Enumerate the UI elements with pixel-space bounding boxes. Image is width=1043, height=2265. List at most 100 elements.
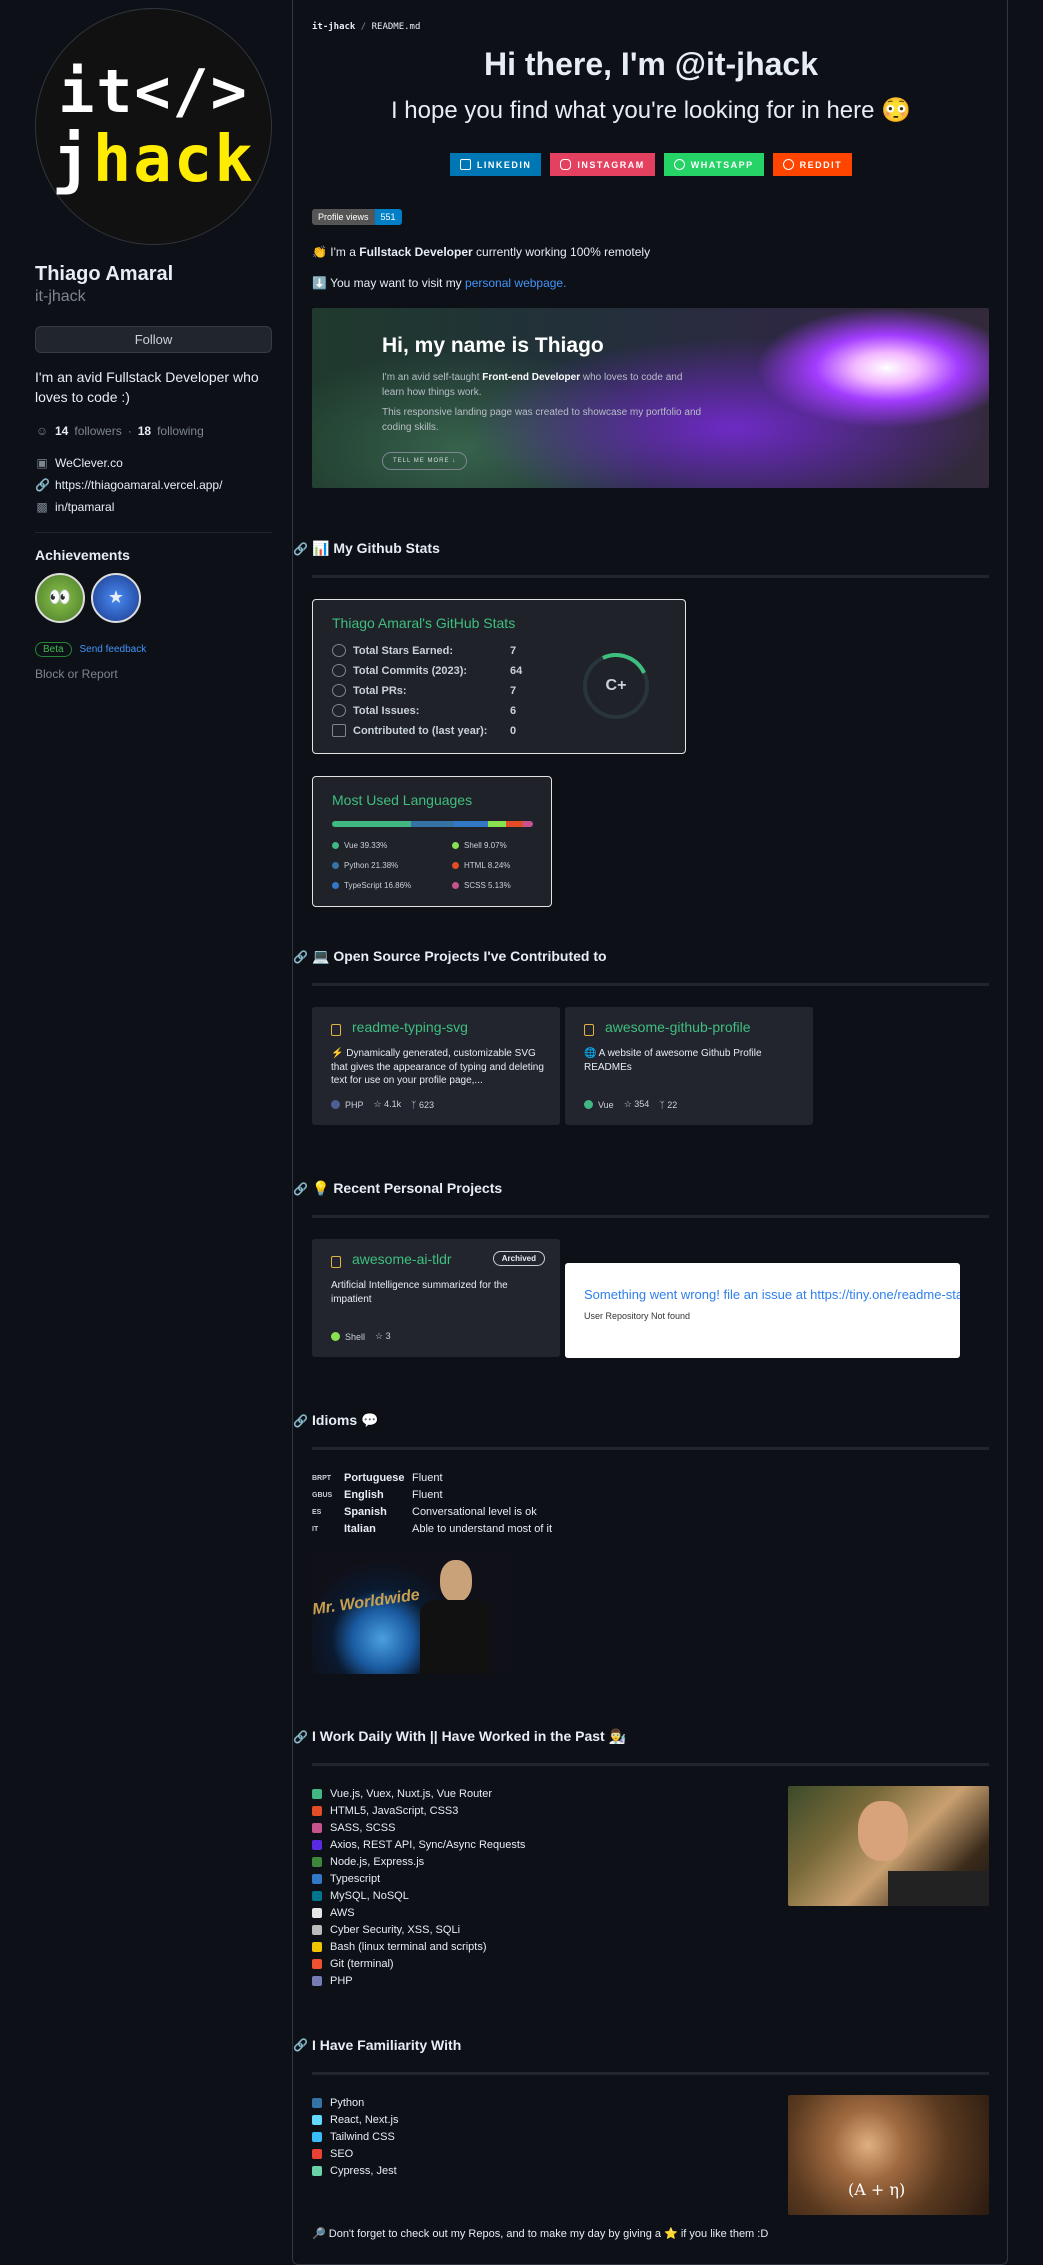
tech-item: PHP xyxy=(312,1975,353,1987)
profile-sidebar: it</> jhack Thiago Amaral it-jhack Follo… xyxy=(35,8,272,681)
follow-button[interactable]: Follow xyxy=(35,326,272,353)
language-bar-segment xyxy=(454,821,488,827)
followers-count[interactable]: 14 xyxy=(55,424,68,438)
achievements-list: 👀 ★ xyxy=(35,572,272,623)
stat-row-stars: Total Stars Earned: 7 xyxy=(332,644,516,657)
section-rule xyxy=(312,983,989,986)
achievement-yolo-icon[interactable]: ★ xyxy=(91,572,141,623)
anchor-link-icon[interactable]: 🔗 xyxy=(293,1182,308,1196)
tech-item: Git (terminal) xyxy=(312,1958,394,1970)
meme-equation: (A + η) xyxy=(848,2180,906,2199)
profile-views-label: Profile views xyxy=(312,209,375,225)
stat-row-prs: Total PRs: 7 xyxy=(332,684,516,697)
language-bar-segment xyxy=(506,821,523,827)
block-report-link[interactable]: Block or Report xyxy=(35,667,272,681)
repo-icon xyxy=(332,724,346,737)
lang-item: Vue 39.33% xyxy=(332,841,387,850)
php-icon xyxy=(312,1976,322,1986)
python-icon xyxy=(312,2098,322,2108)
anchor-link-icon[interactable]: 🔗 xyxy=(293,2038,308,2052)
tech-item: Bash (linux terminal and scripts) xyxy=(312,1941,487,1953)
stat-row-commits: Total Commits (2023): 64 xyxy=(332,664,522,677)
following-count[interactable]: 18 xyxy=(138,424,151,438)
star-icon: ☆ xyxy=(373,1099,382,1109)
stat-row-contributed: Contributed to (last year): 0 xyxy=(332,724,516,737)
following-label[interactable]: following xyxy=(157,424,204,438)
tech-item: Vue.js, Vuex, Nuxt.js, Vue Router xyxy=(312,1788,492,1800)
section-heading-idioms: 🔗 Idioms 💬 xyxy=(293,1412,379,1428)
achievements-title[interactable]: Achievements xyxy=(35,547,272,563)
repo-name: readme-typing-svg xyxy=(352,1019,468,1035)
section-heading-familiar: 🔗 I Have Familiarity With xyxy=(293,2037,462,2053)
repo-card-error: Something went wrong! file an issue at h… xyxy=(565,1263,960,1358)
mysql-icon xyxy=(312,1891,322,1901)
repo-meta: Vue ☆ 354 ᛉ 22 xyxy=(584,1099,677,1110)
profile-views-badge: Profile views 551 xyxy=(312,209,402,225)
website-link[interactable]: https://thiagoamaral.vercel.app/ xyxy=(55,478,222,492)
mr-worldwide-meme-image: Mr. Worldwide xyxy=(312,1554,513,1674)
repo-card-awesome-ai-tldr[interactable]: awesome-ai-tldr Archived Artificial Inte… xyxy=(312,1239,560,1357)
avatar[interactable]: it</> jhack xyxy=(35,8,272,245)
languages-card-title: Most Used Languages xyxy=(332,792,473,808)
star-icon: ⭐ xyxy=(664,2228,678,2240)
followers-label[interactable]: followers xyxy=(74,424,121,438)
repo-description: Artificial Intelligence summarized for t… xyxy=(331,1280,508,1305)
lang-dot xyxy=(331,1331,340,1341)
repo-name: awesome-github-profile xyxy=(605,1019,751,1035)
linkedin-badge-label: LINKEDIN xyxy=(476,159,532,170)
nodejs-icon xyxy=(312,1857,322,1867)
tech-item: Tailwind CSS xyxy=(312,2131,395,2143)
anchor-link-icon[interactable]: 🔗 xyxy=(293,542,308,556)
anchor-link-icon[interactable]: 🔗 xyxy=(293,1414,308,1428)
section-rule xyxy=(312,1763,989,1766)
cypress-icon xyxy=(312,2166,322,2176)
readme-subtitle: I hope you find what you're looking for … xyxy=(390,97,912,124)
separator-dot: · xyxy=(127,423,132,438)
send-feedback-link[interactable]: Send feedback xyxy=(79,644,146,655)
security-icon xyxy=(312,1925,322,1935)
breadcrumb-repo[interactable]: it-jhack xyxy=(312,22,355,32)
people-icon: ☺ xyxy=(35,423,49,438)
linkedin-link[interactable]: in/tpamaral xyxy=(55,500,114,514)
whatsapp-badge[interactable]: WHATSAPP xyxy=(663,153,764,176)
reddit-badge-label: REDDIT xyxy=(799,159,843,170)
idiom-row: IT Italian Able to understand most of it xyxy=(312,1523,553,1535)
typing-guy-meme-image xyxy=(788,1786,989,1906)
section-heading-daily: 🔗 I Work Daily With || Have Worked in the… xyxy=(293,1728,627,1744)
profile-bio: I'm an avid Fullstack Developer who love… xyxy=(35,369,259,406)
anchor-link-icon[interactable]: 🔗 xyxy=(293,1730,308,1744)
breadcrumb-separator: / xyxy=(360,22,367,32)
idiom-row: GBUS English Fluent xyxy=(312,1489,443,1501)
anchor-link-icon[interactable]: 🔗 xyxy=(293,950,308,964)
personal-webpage-link[interactable]: personal webpage. xyxy=(465,276,566,290)
repo-description: ⚡ Dynamically generated, customizable SV… xyxy=(331,1048,544,1086)
repo-card-readme-typing-svg[interactable]: readme-typing-svg ⚡ Dynamically generate… xyxy=(312,1007,560,1125)
repo-card-awesome-github-profile[interactable]: awesome-github-profile 🌐 A website of aw… xyxy=(565,1007,813,1125)
lang-dot xyxy=(452,842,459,849)
website-row: 🔗 https://thiagoamaral.vercel.app/ xyxy=(35,478,272,492)
social-badges: LINKEDIN INSTAGRAM WHATSAPP REDDIT xyxy=(293,153,1009,176)
tell-me-more-button[interactable]: TELL ME MORE ↓ xyxy=(382,452,468,470)
lang-dot xyxy=(584,1099,593,1109)
repo-description: 🌐 A website of awesome Github Profile RE… xyxy=(584,1048,762,1073)
linkedin-badge[interactable]: LINKEDIN xyxy=(449,153,542,176)
html5-icon xyxy=(312,1806,322,1816)
lang-item: TypeScript 16.86% xyxy=(332,881,411,890)
landing-page-banner[interactable]: Hi, my name is Thiago I'm an avid self-t… xyxy=(312,308,989,488)
instagram-badge[interactable]: INSTAGRAM xyxy=(550,153,655,176)
reddit-badge[interactable]: REDDIT xyxy=(772,153,853,176)
tailwind-icon xyxy=(312,2132,322,2142)
section-rule xyxy=(312,575,989,578)
repo-meta: Shell ☆ 3 xyxy=(331,1331,391,1342)
language-bar-segment xyxy=(411,821,454,827)
readme-title: Hi there, I'm @it-jhack xyxy=(484,46,818,82)
tech-item: Python xyxy=(312,2097,364,2109)
followers-row: ☺ 14 followers · 18 following xyxy=(35,424,272,438)
issue-icon xyxy=(332,704,346,717)
aws-icon xyxy=(312,1908,322,1918)
whatsapp-badge-label: WHATSAPP xyxy=(690,159,754,170)
achievement-pair-extraordinaire-icon[interactable]: 👀 xyxy=(35,572,85,623)
typescript-icon xyxy=(312,1874,322,1884)
languages-progress-bar xyxy=(332,821,533,827)
section-rule xyxy=(312,1215,989,1218)
